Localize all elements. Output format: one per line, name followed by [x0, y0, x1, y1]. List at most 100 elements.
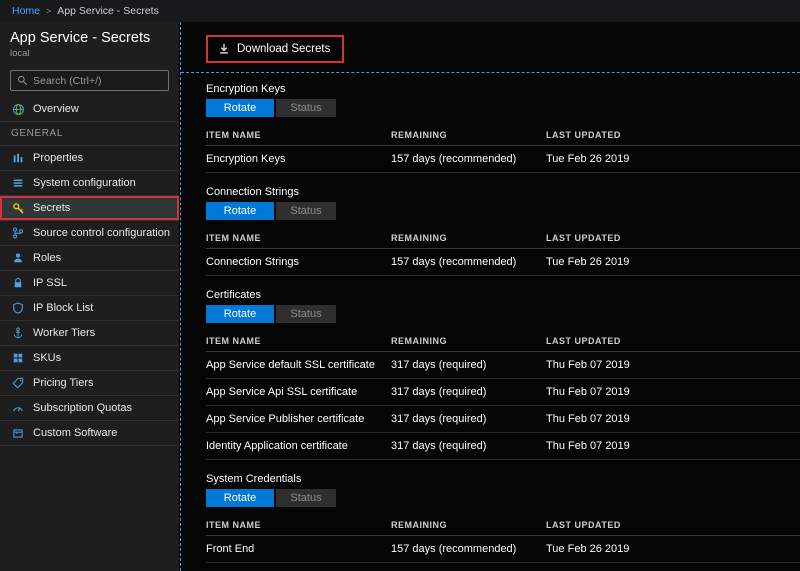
pricing-tiers-tag-icon: [11, 376, 25, 390]
last-updated-cell: Thu Feb 07 2019: [546, 433, 800, 459]
ip-ssl-lock-icon: [11, 276, 25, 290]
sidebar-search[interactable]: [10, 70, 169, 91]
sidebar-item-label: Roles: [33, 252, 61, 264]
remaining-cell: 157 days (recommended): [391, 146, 546, 172]
globe-icon: [11, 102, 25, 116]
last-updated-cell: Tue Feb 26 2019: [546, 249, 800, 275]
table-row: App Service Api SSL certificate 317 days…: [206, 379, 800, 406]
secrets-table: ITEM NAME REMAINING LAST UPDATED Encrypt…: [206, 124, 800, 173]
subscription-quotas-gauge-icon: [11, 401, 25, 415]
col-remaining: REMAINING: [391, 227, 546, 248]
sidebar-item-custom-software[interactable]: Custom Software: [0, 421, 179, 446]
sidebar-item-label: Subscription Quotas: [33, 402, 132, 414]
col-remaining: REMAINING: [391, 330, 546, 351]
item-name-cell: Identity Application certificate: [206, 433, 391, 459]
status-button[interactable]: Status: [276, 305, 336, 323]
page-subtitle: local: [10, 48, 169, 59]
section-system-credentials: System Credentials Rotate Status ITEM NA…: [206, 473, 800, 571]
section-connection-strings: Connection Strings Rotate Status ITEM NA…: [206, 186, 800, 276]
sidebar-item-label: SKUs: [33, 352, 61, 364]
sidebar-item-system-configuration[interactable]: System configuration: [0, 171, 179, 196]
table-row: App Service default SSL certificate 317 …: [206, 352, 800, 379]
col-last-updated: LAST UPDATED: [546, 227, 800, 248]
sidebar-item-label: IP Block List: [33, 302, 93, 314]
system-configuration-icon: [11, 176, 25, 190]
sidebar-item-source-control-configuration[interactable]: Source control configuration: [0, 221, 179, 246]
section-certificates: Certificates Rotate Status ITEM NAME REM…: [206, 289, 800, 460]
worker-tiers-anchor-icon: [11, 326, 25, 340]
search-input[interactable]: [33, 75, 162, 87]
section-title: Connection Strings: [206, 186, 800, 198]
col-item-name: ITEM NAME: [206, 124, 391, 145]
remaining-cell: 157 days (recommended): [391, 536, 546, 562]
sidebar-item-label: Worker Tiers: [33, 327, 95, 339]
sidebar: App Service - Secrets local Overview GEN…: [0, 22, 179, 571]
col-last-updated: LAST UPDATED: [546, 124, 800, 145]
secrets-table: ITEM NAME REMAINING LAST UPDATED App Ser…: [206, 330, 800, 460]
col-remaining: REMAINING: [391, 124, 546, 145]
download-icon: [218, 43, 230, 55]
item-name-cell: Front End: [206, 536, 391, 562]
sidebar-item-roles[interactable]: Roles: [0, 246, 179, 271]
col-item-name: ITEM NAME: [206, 330, 391, 351]
rotate-button[interactable]: Rotate: [206, 489, 274, 507]
sidebar-item-skus[interactable]: SKUs: [0, 346, 179, 371]
sidebar-item-label: Pricing Tiers: [33, 377, 94, 389]
last-updated-cell: Tue Feb 26 2019: [546, 536, 800, 562]
section-title: Encryption Keys: [206, 83, 800, 95]
table-header-row: ITEM NAME REMAINING LAST UPDATED: [206, 124, 800, 146]
search-icon: [17, 75, 28, 86]
section-title: Certificates: [206, 289, 800, 301]
custom-software-box-icon: [11, 426, 25, 440]
properties-icon: [11, 151, 25, 165]
col-item-name: ITEM NAME: [206, 514, 391, 535]
sidebar-item-overview[interactable]: Overview: [0, 97, 179, 122]
rotate-button[interactable]: Rotate: [206, 305, 274, 323]
sidebar-item-secrets[interactable]: Secrets: [0, 196, 179, 221]
download-secrets-label: Download Secrets: [237, 43, 330, 55]
sidebar-item-ip-ssl[interactable]: IP SSL: [0, 271, 179, 296]
page-title: App Service - Secrets: [10, 30, 169, 46]
col-last-updated: LAST UPDATED: [546, 514, 800, 535]
ip-block-list-shield-icon: [11, 301, 25, 315]
sidebar-item-ip-block-list[interactable]: IP Block List: [0, 296, 179, 321]
last-updated-cell: Thu Feb 07 2019: [546, 379, 800, 405]
col-remaining: REMAINING: [391, 514, 546, 535]
sidebar-item-label: IP SSL: [33, 277, 67, 289]
roles-icon: [11, 251, 25, 265]
table-header-row: ITEM NAME REMAINING LAST UPDATED: [206, 330, 800, 352]
last-updated-cell: Thu Feb 07 2019: [546, 352, 800, 378]
sidebar-item-pricing-tiers[interactable]: Pricing Tiers: [0, 371, 179, 396]
last-updated-cell: Tue Feb 26 2019: [546, 563, 800, 571]
breadcrumb: Home > App Service - Secrets: [0, 0, 800, 22]
status-button[interactable]: Status: [276, 489, 336, 507]
status-button[interactable]: Status: [276, 99, 336, 117]
table-row: App Service Publisher certificate 317 da…: [206, 406, 800, 433]
item-name-cell: App Service Api SSL certificate: [206, 379, 391, 405]
table-header-row: ITEM NAME REMAINING LAST UPDATED: [206, 514, 800, 536]
last-updated-cell: Tue Feb 26 2019: [546, 146, 800, 172]
remaining-cell: 317 days (required): [391, 379, 546, 405]
remaining-cell: 317 days (required): [391, 352, 546, 378]
table-row: Encryption Keys 157 days (recommended) T…: [206, 146, 800, 173]
rotate-button[interactable]: Rotate: [206, 202, 274, 220]
sidebar-item-properties[interactable]: Properties: [0, 146, 179, 171]
sidebar-item-label: Properties: [33, 152, 83, 164]
secrets-table: ITEM NAME REMAINING LAST UPDATED Front E…: [206, 514, 800, 571]
key-icon: [11, 201, 25, 215]
col-item-name: ITEM NAME: [206, 227, 391, 248]
sidebar-item-label: Secrets: [33, 202, 70, 214]
section-encryption-keys: Encryption Keys Rotate Status ITEM NAME …: [206, 83, 800, 173]
item-name-cell: Management Server: [206, 563, 391, 571]
sidebar-item-subscription-quotas[interactable]: Subscription Quotas: [0, 396, 179, 421]
rotate-button[interactable]: Rotate: [206, 99, 274, 117]
sidebar-item-label: Overview: [33, 103, 79, 115]
item-name-cell: App Service default SSL certificate: [206, 352, 391, 378]
sidebar-item-worker-tiers[interactable]: Worker Tiers: [0, 321, 179, 346]
toolbar: Download Secrets: [181, 22, 800, 72]
download-secrets-button[interactable]: Download Secrets: [206, 35, 344, 63]
status-button[interactable]: Status: [276, 202, 336, 220]
breadcrumb-home-link[interactable]: Home: [12, 5, 40, 17]
breadcrumb-current: App Service - Secrets: [57, 5, 159, 17]
main-content: Download Secrets Encryption Keys Rotate …: [180, 22, 800, 571]
